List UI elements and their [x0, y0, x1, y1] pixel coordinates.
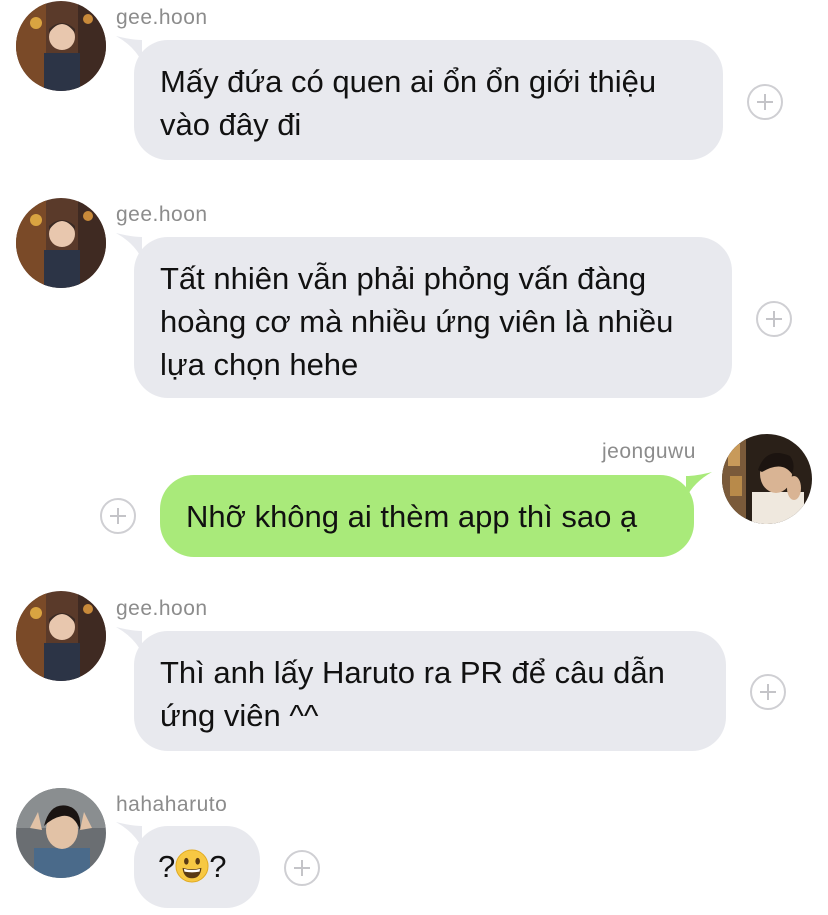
avatar-photo-icon [16, 1, 106, 91]
message-bubble[interactable]: Tất nhiên vẫn phải phỏng vấn đàng hoàng … [134, 237, 732, 398]
message-bubble[interactable]: Thì anh lấy Haruto ra PR để câu dẫn ứng … [134, 631, 726, 751]
chat-message: gee.hoon Mấy đứa có quen ai ổn ổn giới t… [0, 0, 828, 175]
add-reaction-button[interactable] [756, 301, 792, 337]
chat-message: gee.hoon Thì anh lấy Haruto ra PR để câu… [0, 585, 828, 765]
message-bubble[interactable]: Nhỡ không ai thèm app thì sao ạ [160, 475, 694, 557]
avatar-gee-hoon[interactable] [16, 198, 106, 288]
message-text-line: hoàng cơ mà nhiều ứng viên là nhiều [160, 304, 674, 339]
sender-name: jeonguwu [602, 440, 696, 463]
avatar-jeonguwu[interactable] [722, 434, 812, 524]
message-text: ? [209, 849, 227, 884]
grinning-face-emoji-icon [175, 849, 209, 883]
sender-name: gee.hoon [116, 597, 208, 620]
avatar-gee-hoon[interactable] [16, 591, 106, 681]
sender-name: gee.hoon [116, 6, 208, 29]
message-text: ? [158, 849, 176, 884]
chat-message: gee.hoon Tất nhiên vẫn phải phỏng vấn đà… [0, 195, 828, 405]
add-reaction-button[interactable] [100, 498, 136, 534]
message-text-line: Mấy đứa có quen ai ổn ổn giới thiệu [160, 64, 657, 99]
avatar-photo-icon [16, 591, 106, 681]
message-text-line: ứng viên ^^ [160, 698, 319, 733]
message-text-line: vào đây đi [160, 107, 302, 142]
sender-name: hahaharuto [116, 793, 228, 816]
message-text-line: Tất nhiên vẫn phải phỏng vấn đàng [160, 261, 647, 296]
add-reaction-button[interactable] [747, 84, 783, 120]
avatar-photo-icon [722, 434, 812, 524]
message-text-line: Nhỡ không ai thèm app thì sao ạ [186, 499, 638, 534]
avatar-photo-icon [16, 198, 106, 288]
message-bubble[interactable]: ? ? [134, 826, 260, 908]
add-reaction-button[interactable] [284, 850, 320, 886]
message-text-line: Thì anh lấy Haruto ra PR để câu dẫn [160, 655, 665, 690]
avatar-gee-hoon[interactable] [16, 1, 106, 91]
chat-message: hahaharuto ? ? [0, 780, 828, 915]
sender-name: gee.hoon [116, 203, 208, 226]
chat-message: jeonguwu Nhỡ không ai thèm app thì sao ạ [0, 430, 828, 570]
avatar-photo-icon [16, 788, 106, 878]
avatar-hahaharuto[interactable] [16, 788, 106, 878]
message-text-line: lựa chọn hehe [160, 347, 359, 382]
message-bubble[interactable]: Mấy đứa có quen ai ổn ổn giới thiệu vào … [134, 40, 723, 160]
add-reaction-button[interactable] [750, 674, 786, 710]
